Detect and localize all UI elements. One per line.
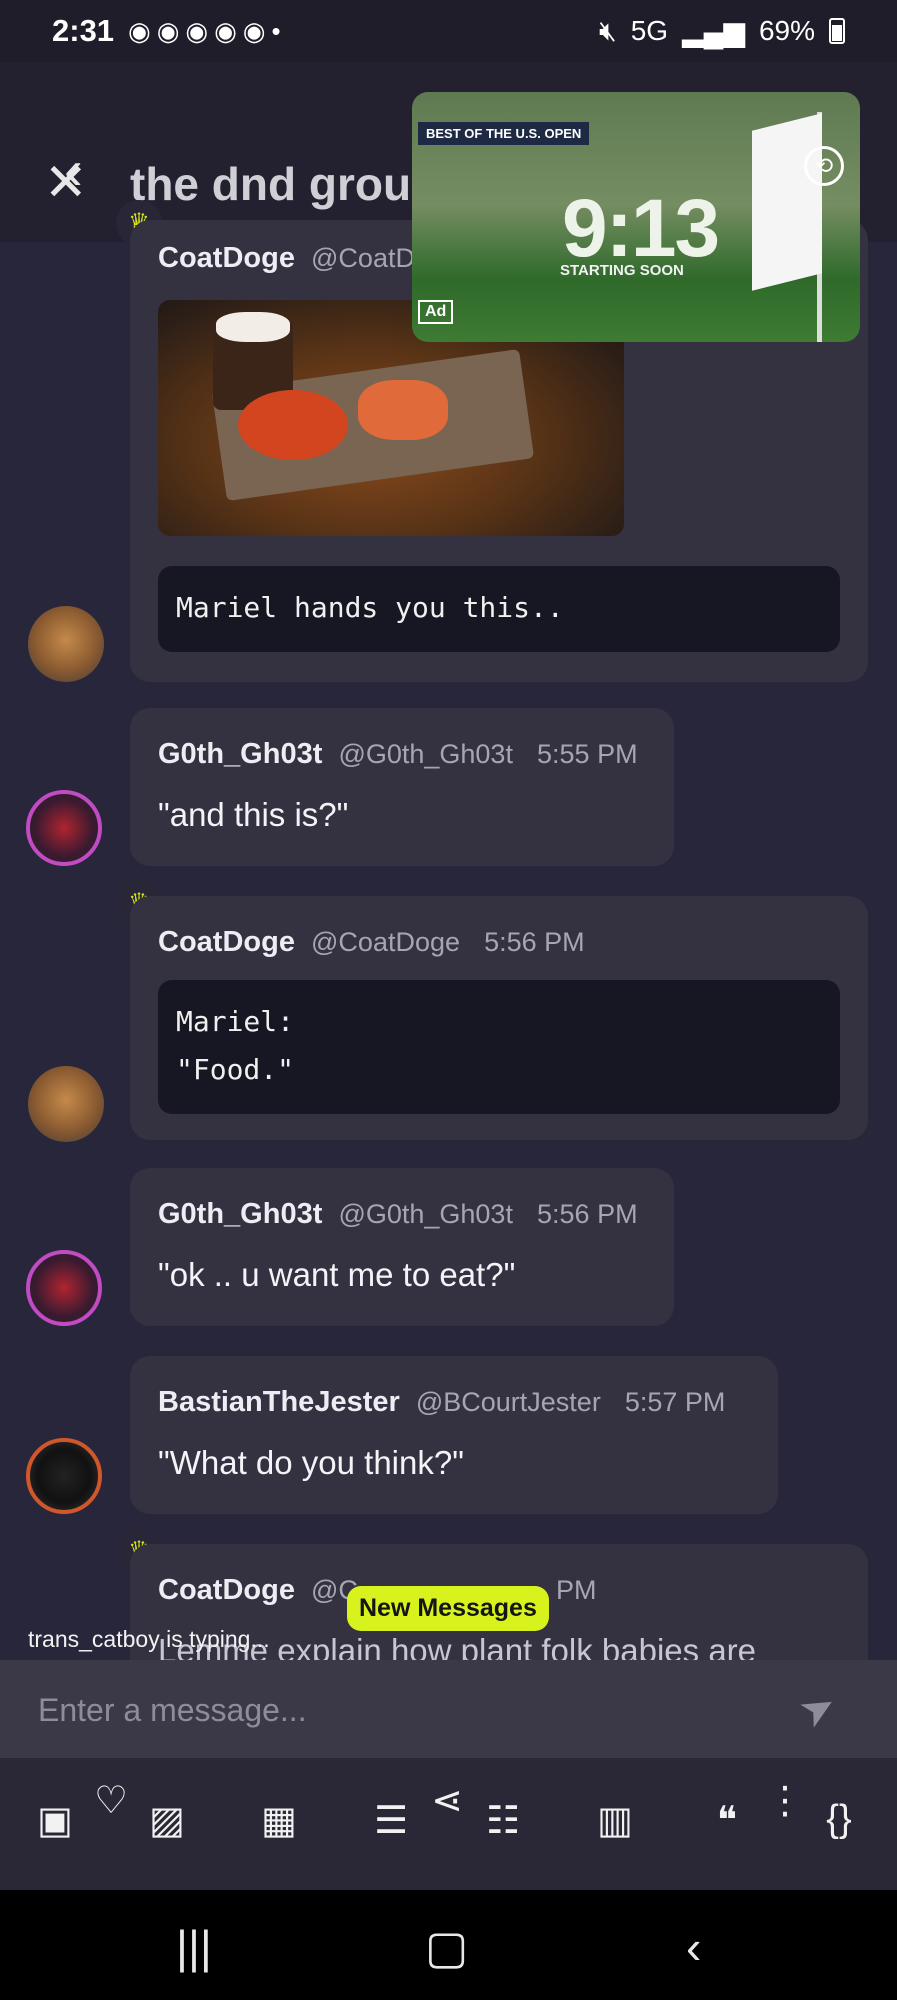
ad-badge: BEST OF THE U.S. OPEN bbox=[418, 122, 590, 145]
author-handle: @CoatD bbox=[311, 243, 415, 273]
code-block: Mariel hands you this.. bbox=[158, 566, 840, 652]
message-header: CoatDoge @CoatDoge 5:56 PM bbox=[158, 926, 585, 959]
message-text: "and this is?" bbox=[158, 796, 349, 833]
message-time: PM bbox=[556, 1575, 597, 1605]
video-ad[interactable]: BEST OF THE U.S. OPEN 9:13 STARTING SOON… bbox=[412, 92, 860, 342]
signal-icon: ▂▄▆ bbox=[682, 15, 745, 47]
battery-icon bbox=[829, 18, 845, 44]
message-text: "What do you think?" bbox=[158, 1444, 464, 1481]
bullet-list-icon[interactable]: ☰ bbox=[366, 1798, 416, 1843]
discord-icon: ◉ bbox=[242, 15, 266, 46]
author-name[interactable]: G0th_Gh03t bbox=[158, 1198, 322, 1230]
formatting-toolbar: ▣ ♡ ▨ ▦ ☰ ⋖ ☷ ▥ ❝ ⋮ {} bbox=[0, 1758, 897, 1890]
author-handle: @G0th_Gh03t bbox=[338, 1199, 513, 1229]
avatar[interactable] bbox=[28, 606, 104, 682]
author-name[interactable]: CoatDoge bbox=[158, 926, 295, 958]
new-messages-button[interactable]: New Messages bbox=[347, 1586, 549, 1631]
message-header: BastianTheJester @BCourtJester 5:57 PM bbox=[158, 1386, 725, 1419]
message-time: 5:56 PM bbox=[537, 1199, 638, 1229]
discord-icon: ◉ bbox=[156, 15, 180, 46]
message-input[interactable]: Enter a message... bbox=[38, 1692, 307, 1729]
author-name[interactable]: CoatDoge bbox=[158, 1574, 295, 1606]
share-icon[interactable]: ⋖ bbox=[422, 1778, 472, 1823]
message-bubble: CoatDoge @CoatDoge 5:56 PM Mariel: "Food… bbox=[130, 896, 868, 1140]
back-nav-icon[interactable]: ‹ bbox=[686, 1920, 701, 1974]
discord-icon: ◉ bbox=[185, 15, 209, 46]
avatar[interactable] bbox=[28, 1066, 104, 1142]
avatar[interactable] bbox=[26, 790, 102, 866]
message-bubble: BastianTheJester @BCourtJester 5:57 PM "… bbox=[130, 1356, 778, 1514]
avatar[interactable] bbox=[26, 1438, 102, 1514]
send-icon[interactable]: ➤ bbox=[790, 1678, 845, 1738]
code-icon[interactable]: {} bbox=[814, 1798, 864, 1841]
recents-icon[interactable]: ||| bbox=[176, 1920, 212, 1974]
status-bar: 2:31 ◉ ◉ ◉ ◉ ◉ • 🔇︎ 5G ▂▄▆ 69% bbox=[0, 0, 897, 62]
author-name[interactable]: CoatDoge bbox=[158, 242, 295, 274]
battery-percent: 69% bbox=[758, 15, 815, 46]
author-name[interactable]: BastianTheJester bbox=[158, 1386, 400, 1418]
flag bbox=[752, 113, 822, 291]
sticker-icon[interactable]: ▣ bbox=[30, 1798, 80, 1843]
more-icon[interactable]: ⋮ bbox=[760, 1778, 810, 1823]
ad-tag: Ad bbox=[418, 300, 454, 324]
ad-subtitle: STARTING SOON bbox=[560, 262, 684, 279]
numbered-list-icon[interactable]: ☷ bbox=[478, 1798, 528, 1843]
quote-icon[interactable]: ❝ bbox=[702, 1798, 752, 1843]
status-right: 🔇︎ 5G ▂▄▆ 69% bbox=[599, 15, 845, 48]
home-icon[interactable]: ▢ bbox=[425, 1920, 468, 1974]
gif-icon[interactable]: ▦ bbox=[254, 1798, 304, 1843]
mute-icon: 🔇︎ bbox=[599, 14, 617, 46]
lobster-shape bbox=[238, 390, 348, 460]
message-header: G0th_Gh03t @G0th_Gh03t 5:55 PM bbox=[158, 738, 638, 771]
author-name[interactable]: G0th_Gh03t bbox=[158, 738, 322, 770]
message-input-bar: Enter a message... ➤ bbox=[0, 1660, 897, 1758]
author-handle: @CoatDoge bbox=[311, 927, 461, 957]
image-icon[interactable]: ▨ bbox=[142, 1798, 192, 1843]
message-time: 5:56 PM bbox=[484, 927, 585, 957]
message-time: 5:55 PM bbox=[537, 739, 638, 769]
author-handle: @G0th_Gh03t bbox=[338, 739, 513, 769]
network-label: 5G bbox=[630, 15, 669, 46]
author-handle: @BCourtJester bbox=[415, 1387, 601, 1417]
trash-icon[interactable]: ▥ bbox=[590, 1798, 640, 1843]
message-bubble: G0th_Gh03t @G0th_Gh03t 5:55 PM "and this… bbox=[130, 708, 674, 866]
system-navigation-bar: ||| ▢ ‹ bbox=[0, 1890, 897, 2000]
notification-icons: ◉ ◉ ◉ ◉ ◉ • bbox=[128, 16, 281, 47]
foam-shape bbox=[216, 312, 290, 342]
message-text: "ok .. u want me to eat?" bbox=[158, 1256, 516, 1293]
rotate-icon[interactable]: ⟲ bbox=[804, 146, 844, 186]
avatar[interactable] bbox=[26, 1250, 102, 1326]
discord-icon: ◉ bbox=[214, 15, 237, 46]
dot-icon: • bbox=[271, 15, 281, 46]
typing-indicator: trans_catboy is typing... bbox=[28, 1626, 270, 1652]
salmon-shape bbox=[358, 380, 448, 440]
heart-icon[interactable]: ♡ bbox=[86, 1778, 136, 1823]
message-header: CoatDoge @CoatD bbox=[158, 242, 415, 275]
code-block: Mariel: "Food." bbox=[158, 980, 840, 1114]
message-bubble: G0th_Gh03t @G0th_Gh03t 5:56 PM "ok .. u … bbox=[130, 1168, 674, 1326]
message-time: 5:57 PM bbox=[624, 1387, 726, 1417]
discord-icon: ◉ bbox=[128, 15, 151, 46]
status-time: 2:31 bbox=[52, 13, 115, 48]
message-header: G0th_Gh03t @G0th_Gh03t 5:56 PM bbox=[158, 1198, 638, 1231]
message-list[interactable]: ♛ CoatDoge @CoatD Mariel hands you this.… bbox=[0, 190, 897, 1660]
